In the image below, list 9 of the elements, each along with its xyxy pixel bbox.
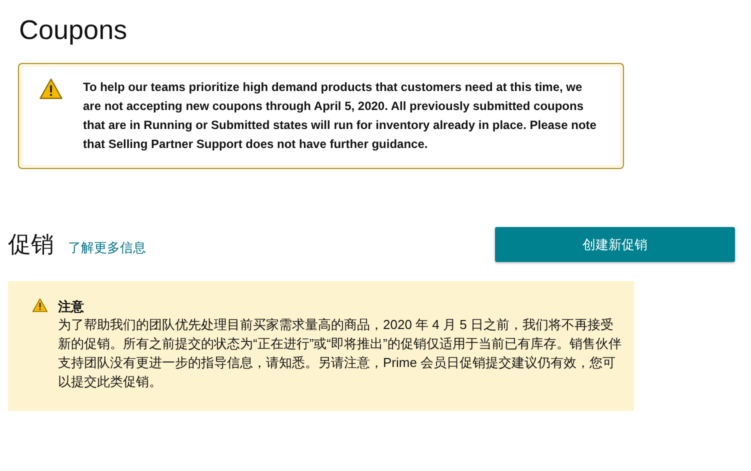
alert-text: To help our teams prioritize high demand products that customers need at this time, we are not accepting new coupons through April 5, 2020. All previously submitted coupons that are in Running or Submitted states will run for inventory already in place. Please note that Selling Partner Support does not have further guidance. [83, 79, 598, 153]
learn-more-link[interactable]: 了解更多信息 [68, 238, 146, 256]
warning-icon [32, 298, 48, 312]
page-title: Coupons [18, 14, 128, 46]
section-title: 促销 [8, 230, 54, 259]
notice-text: 为了帮助我们的团队优先处理目前买家需求量高的商品，2020 年 4 月 5 日之前，我们将不再接受新的促销。所有之前提交的状态为“正在进行”或“即将推出”的促销仅适用于当前已有库存。销售伙伴支持团队没有更进一步的指导信息，请知悉。另请注意，Prime 会员日促销提交建议仍有效，您可以提交此类促销。 [58, 316, 622, 391]
create-button[interactable]: 创建新促销 [495, 227, 735, 262]
notice-title: 注意 [58, 298, 85, 315]
warning-icon [39, 78, 63, 100]
